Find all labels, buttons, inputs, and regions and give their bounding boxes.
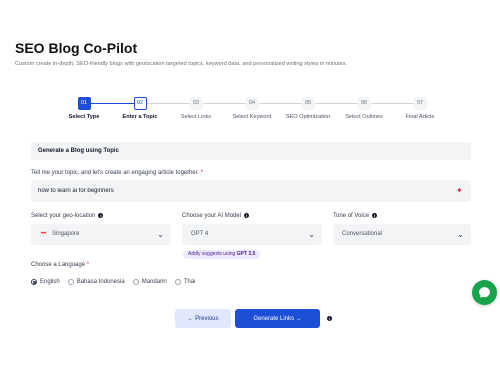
model-suggestion-badge: Addly suggests using GPT 3.5 bbox=[183, 250, 261, 259]
step-number: 05 bbox=[301, 97, 315, 110]
step-label: Select Outlines bbox=[345, 114, 383, 120]
radio-button[interactable] bbox=[132, 279, 139, 285]
model-label-text: Choose your AI Model bbox=[182, 213, 242, 220]
info-icon[interactable]: i bbox=[327, 316, 332, 321]
geo-label-text: Select your geo-location bbox=[31, 213, 96, 220]
chat-button[interactable] bbox=[472, 280, 497, 305]
step-number: 04 bbox=[245, 97, 259, 110]
tone-label-text: Tone of Voice bbox=[333, 213, 370, 220]
step-select-type[interactable]: 01 Select Type bbox=[54, 97, 114, 120]
radio-button[interactable] bbox=[31, 279, 37, 285]
step-label: Select Links bbox=[180, 114, 212, 120]
geo-label: Select your geo-location i bbox=[31, 213, 104, 220]
language-option-mandarin[interactable]: Mandarin bbox=[132, 279, 167, 285]
sparkle-icon[interactable]: ✦ bbox=[456, 187, 464, 195]
step-seo-optimization[interactable]: 05 SEO Optimization bbox=[278, 97, 338, 120]
previous-button[interactable]: ← Previous bbox=[175, 309, 231, 328]
suggest-model: GPT 3.5 bbox=[236, 251, 256, 257]
blog-form-card: 01 Select Type 02 Enter a Topic 03 Selec… bbox=[15, 85, 483, 335]
info-icon[interactable]: i bbox=[244, 213, 250, 218]
step-label: Enter a Topic bbox=[122, 114, 158, 120]
chevron-down-icon: ⌄ bbox=[157, 230, 164, 239]
step-number: 01 bbox=[77, 97, 91, 110]
tone-select[interactable]: Conversational ⌄ bbox=[333, 224, 471, 245]
suggest-prefix: Addly suggests using bbox=[188, 251, 236, 257]
radio-label: English bbox=[40, 279, 60, 285]
topic-label-text: Tell me your topic, and let's create an … bbox=[31, 170, 199, 176]
step-number: 02 bbox=[133, 97, 147, 110]
step-label: SEO Optimization bbox=[285, 114, 331, 120]
geo-location-select[interactable]: Singapore ⌄ bbox=[31, 224, 171, 245]
step-select-keyword[interactable]: 04 Select Keyword bbox=[222, 97, 282, 120]
geo-value: Singapore bbox=[52, 231, 80, 237]
language-radio-group: English Bahasa Indonesia Mandarin Thai bbox=[31, 279, 195, 285]
topic-label: Tell me your topic, and let's create an … bbox=[31, 170, 203, 176]
step-label: Final Article bbox=[405, 114, 435, 120]
language-option-thai[interactable]: Thai bbox=[174, 279, 196, 285]
required-mark: * bbox=[86, 262, 90, 268]
model-value: GPT 4 bbox=[191, 231, 209, 237]
step-label: Select Type bbox=[68, 114, 100, 120]
required-mark: * bbox=[200, 170, 203, 176]
radio-label: Mandarin bbox=[141, 279, 167, 285]
tone-label: Tone of Voice i bbox=[333, 213, 378, 220]
step-number: 07 bbox=[413, 97, 427, 110]
language-option-bahasa[interactable]: Bahasa Indonesia bbox=[67, 279, 125, 285]
chevron-down-icon: ⌄ bbox=[308, 230, 315, 239]
language-option-english[interactable]: English bbox=[31, 279, 60, 285]
radio-label: Bahasa Indonesia bbox=[76, 279, 125, 285]
model-label: Choose your AI Model i bbox=[182, 213, 250, 220]
language-label-text: Choose a Language bbox=[31, 262, 86, 268]
topic-input[interactable] bbox=[31, 180, 471, 202]
generate-links-button[interactable]: Generate Links → bbox=[235, 309, 320, 328]
step-number: 06 bbox=[357, 97, 371, 110]
info-icon[interactable]: i bbox=[372, 213, 378, 218]
tone-value: Conversational bbox=[342, 231, 383, 237]
stepper: 01 Select Type 02 Enter a Topic 03 Selec… bbox=[15, 97, 483, 127]
info-icon[interactable]: i bbox=[98, 213, 104, 218]
ai-model-select[interactable]: GPT 4 ⌄ bbox=[182, 224, 322, 245]
step-enter-topic[interactable]: 02 Enter a Topic bbox=[110, 97, 170, 120]
language-label: Choose a Language * bbox=[31, 262, 89, 268]
chat-bubble-icon bbox=[479, 287, 490, 298]
step-number: 03 bbox=[189, 97, 203, 110]
page-subtitle: Custom create in-depth, SEO-friendly blo… bbox=[15, 61, 348, 67]
radio-button[interactable] bbox=[67, 279, 74, 285]
radio-button[interactable] bbox=[174, 279, 181, 285]
step-label: Select Keyword bbox=[232, 114, 272, 120]
section-title: Generate a Blog using Topic bbox=[31, 142, 471, 160]
singapore-flag-icon bbox=[40, 230, 47, 236]
chevron-down-icon: ⌄ bbox=[457, 230, 464, 239]
radio-label: Thai bbox=[183, 279, 196, 285]
page-header: SEO Blog Co-Pilot Custom create in-depth… bbox=[15, 40, 347, 67]
step-final-article[interactable]: 07 Final Article bbox=[390, 97, 450, 120]
page-title: SEO Blog Co-Pilot bbox=[15, 40, 138, 56]
step-select-links[interactable]: 03 Select Links bbox=[166, 97, 226, 120]
step-select-outlines[interactable]: 06 Select Outlines bbox=[334, 97, 394, 120]
